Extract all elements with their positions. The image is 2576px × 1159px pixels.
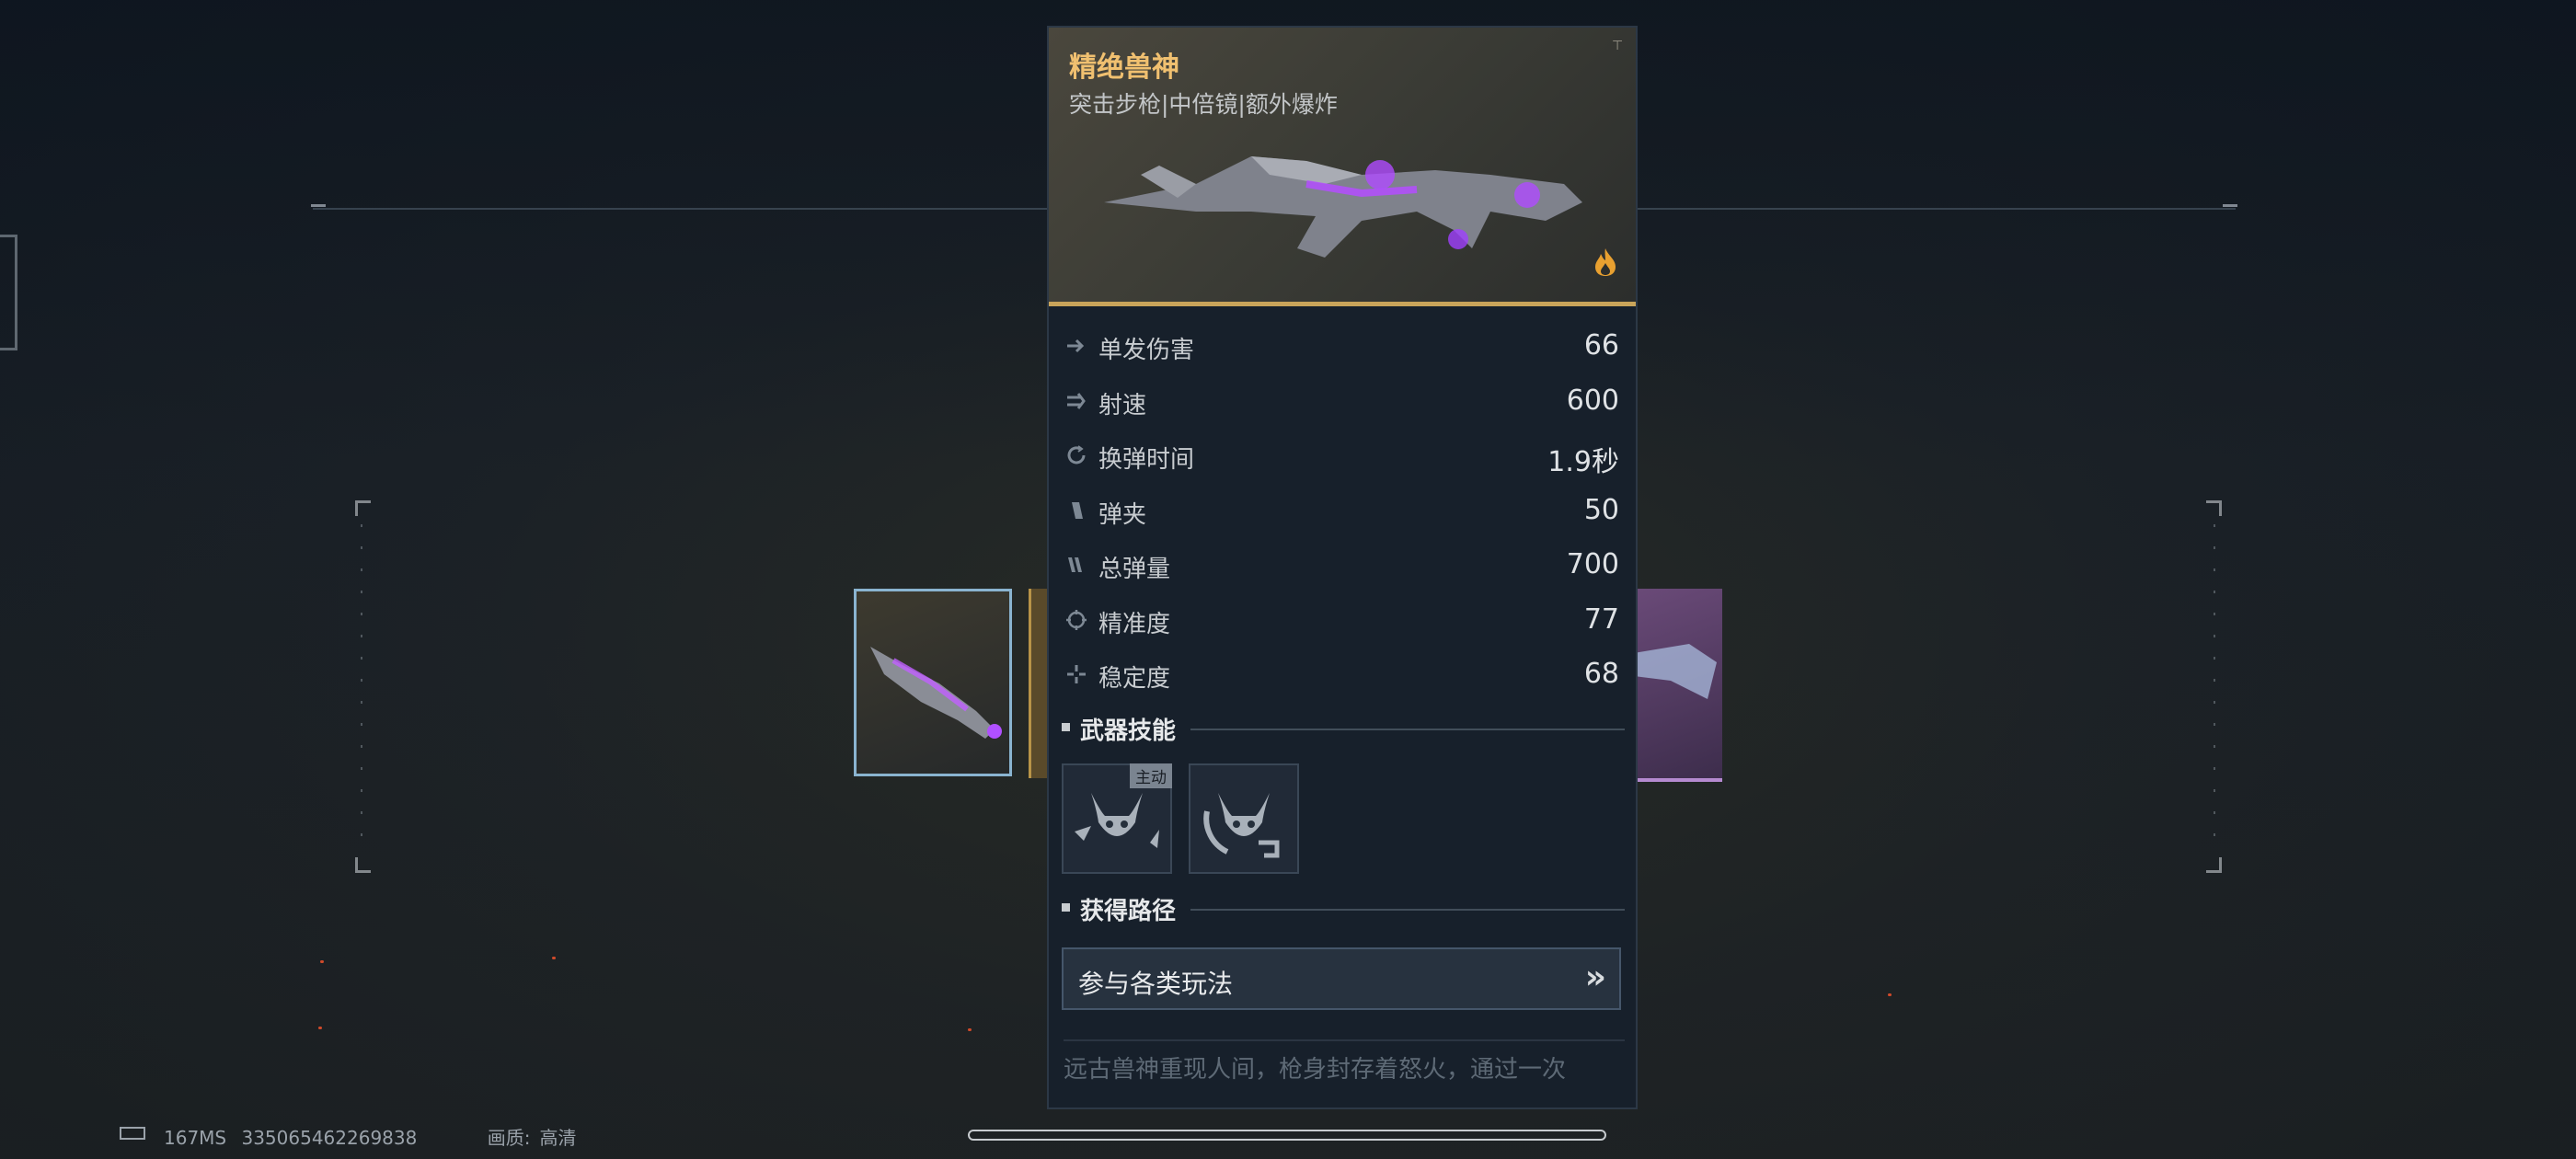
double-chevron-right-icon: »: [1584, 958, 1606, 996]
skill-passive[interactable]: [1189, 763, 1299, 874]
fire-rate-icon: [1067, 392, 1086, 409]
skills-section-title: 武器技能: [1080, 717, 1177, 745]
ping-value: 167MS: [164, 1127, 227, 1149]
stat-label: 单发伤害: [1098, 337, 1195, 364]
stat-row: 精准度 77: [1049, 596, 1636, 651]
frame-corner: [2206, 857, 2222, 873]
weapon-thumbnail-icon: [870, 647, 1002, 739]
ember-particle: [318, 1027, 322, 1029]
stability-icon: [1067, 665, 1086, 683]
stat-row: 换弹时间 1.9秒: [1049, 431, 1636, 487]
beast-skill-passive-icon: [1203, 793, 1280, 858]
ember-particle: [1888, 993, 1892, 996]
bullet-square: [1062, 723, 1070, 731]
source-button-label: 参与各类玩法: [1078, 969, 1234, 999]
weapon-description: 远古兽神重现人间，枪身封存着怒火，通过一次: [1064, 1039, 1625, 1084]
stat-label: 弹夹: [1098, 500, 1147, 529]
stat-value: 600: [1566, 384, 1619, 417]
source-section-header: 获得路径: [1062, 892, 1625, 925]
magazine-icon: [1072, 501, 1083, 519]
stat-label: 总弹量: [1098, 556, 1171, 583]
header-accent-line: [1049, 302, 1636, 306]
battery-icon: [120, 1127, 145, 1140]
total-ammo-icon: [1068, 557, 1082, 572]
stats-list: 单发伤害 66 射速 600 换弹时间 1.9秒 弹夹 50 总弹量 700 精…: [1049, 322, 1636, 706]
stat-row: 射速 600: [1049, 377, 1636, 432]
stat-label: 稳定度: [1098, 665, 1171, 693]
accuracy-icon: [1066, 609, 1087, 630]
stat-label: 精准度: [1098, 610, 1171, 638]
damage-icon: [1067, 339, 1085, 353]
weapon-thumbnail-purple[interactable]: [1634, 589, 1722, 782]
stat-row: 总弹量 700: [1049, 541, 1636, 596]
stat-label: 射速: [1098, 391, 1147, 419]
source-button[interactable]: 参与各类玩法 »: [1062, 947, 1621, 1010]
quality-label: 画质:: [487, 1127, 531, 1149]
weapon-thumbnail-selected[interactable]: [854, 589, 1012, 776]
status-bar: 167MS 335065462269838 画质: 高清: [164, 1123, 585, 1150]
frame-ruler: [361, 524, 362, 855]
stat-value: 50: [1583, 493, 1619, 526]
quality-value: 高清: [539, 1127, 577, 1149]
weapon-tags: 突击步枪|中倍镜|额外爆炸: [1069, 91, 1338, 118]
stat-row: 弹夹 50: [1049, 487, 1636, 542]
ember-particle: [968, 1028, 972, 1031]
stat-value: 1.9秒: [1547, 446, 1619, 478]
section-rule: [1190, 729, 1625, 730]
frame-corner: [355, 857, 371, 873]
reload-icon: [1067, 445, 1086, 465]
header-corner-mark: ⊤: [1612, 39, 1624, 53]
section-rule: [1190, 909, 1625, 911]
skills-section-header: 武器技能: [1062, 712, 1625, 745]
weapon-name: 精绝兽神: [1069, 52, 1179, 84]
flame-icon: [1595, 248, 1616, 276]
stat-value: 66: [1583, 329, 1619, 361]
stat-value: 68: [1583, 658, 1619, 690]
bullet-square: [1062, 903, 1070, 912]
ember-particle: [552, 957, 556, 959]
stat-row: 单发伤害 66: [1049, 322, 1636, 377]
scrollbar[interactable]: [968, 1130, 1606, 1141]
frame-ruler: [2214, 524, 2215, 855]
source-section-title: 获得路径: [1080, 898, 1177, 925]
frame-corner: [355, 500, 371, 516]
ember-particle: [320, 960, 324, 963]
weapon-image: [1104, 156, 1582, 258]
divider-tick: [311, 204, 326, 207]
weapon-detail-panel: 精绝兽神 突击步枪|中倍镜|额外爆炸 ⊤ 单发伤害 66 射速 600 换弹时间…: [1047, 26, 1638, 1109]
weapon-header: 精绝兽神 突击步枪|中倍镜|额外爆炸 ⊤: [1049, 28, 1636, 304]
side-hex-frame: [0, 235, 17, 350]
stat-value: 700: [1566, 548, 1619, 580]
skill-badge: 主动: [1130, 763, 1172, 788]
stat-value: 77: [1583, 602, 1619, 636]
divider-tick: [2223, 204, 2237, 207]
weapon-thumbnail-icon: [1634, 644, 1717, 699]
stat-label: 换弹时间: [1098, 446, 1195, 474]
skill-active[interactable]: 主动: [1062, 763, 1172, 874]
stat-row: 稳定度 68: [1049, 650, 1636, 706]
user-id: 335065462269838: [241, 1127, 418, 1149]
frame-corner: [2206, 500, 2222, 516]
